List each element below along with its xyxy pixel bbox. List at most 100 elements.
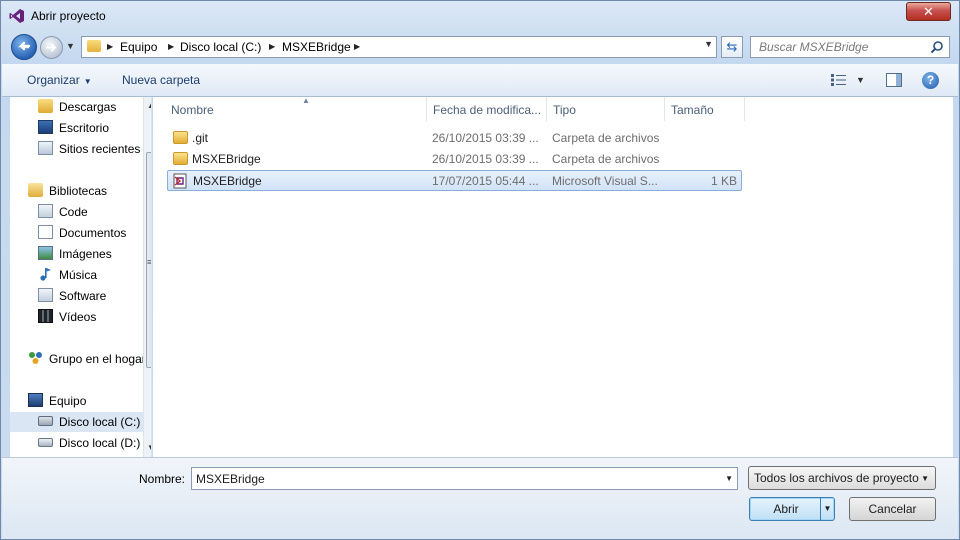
scroll-down-icon[interactable]: ▼: [147, 443, 151, 452]
libraries-icon: [28, 183, 43, 197]
window-title: Abrir proyecto: [31, 9, 106, 23]
chevron-down-icon[interactable]: ▼: [704, 39, 713, 49]
title-bar: Abrir proyecto ✕: [1, 1, 959, 31]
desktop-icon: [38, 120, 53, 134]
file-row[interactable]: MSXEBridge 26/10/2015 03:39 ... Carpeta …: [167, 149, 742, 170]
file-name-field[interactable]: MSXEBridge ▼: [191, 467, 738, 490]
drive-icon: [38, 438, 53, 447]
sidebar-item-label: Equipo: [49, 394, 87, 408]
file-type: Carpeta de archivos: [552, 131, 660, 145]
forward-button[interactable]: [40, 36, 63, 59]
organize-label: Organizar: [27, 73, 80, 87]
file-type: Carpeta de archivos: [552, 152, 660, 166]
computer-icon: [28, 393, 43, 407]
recent-places-icon: [38, 141, 53, 155]
open-button-label: Abrir: [773, 502, 799, 516]
open-options-dropdown[interactable]: ▼: [820, 498, 834, 520]
sidebar-item-pictures[interactable]: Imágenes: [38, 244, 143, 264]
pictures-icon: [38, 246, 53, 260]
grip-icon: ≡: [147, 257, 152, 267]
sidebar-item-desktop[interactable]: Escritorio: [38, 118, 143, 138]
sidebar-item-label: Bibliotecas: [49, 184, 108, 198]
music-icon: [40, 268, 51, 281]
file-name: .git: [192, 131, 209, 145]
sidebar-item-documents[interactable]: Documentos: [38, 223, 143, 243]
sidebar-item-music[interactable]: Música: [38, 265, 143, 285]
sidebar-item-code[interactable]: Code: [38, 202, 143, 222]
file-size: 1 KB: [710, 174, 737, 188]
view-options-icon[interactable]: [831, 74, 847, 86]
chevron-right-icon[interactable]: ▶: [107, 40, 113, 54]
sidebar-item-label: Code: [59, 205, 88, 219]
scroll-up-icon[interactable]: ▲: [147, 101, 151, 110]
column-header-date[interactable]: Fecha de modifica...: [427, 97, 547, 121]
open-button[interactable]: Abrir ▼: [749, 497, 835, 521]
sort-ascending-icon: ▲: [302, 96, 310, 105]
chevron-down-icon: ▼: [83, 77, 92, 86]
refresh-icon: ⇆: [726, 39, 738, 54]
sidebar-item-software[interactable]: Software: [38, 286, 143, 306]
file-type-filter-value: Todos los archivos de proyecto: [754, 471, 919, 485]
sidebar-item-label: Software: [59, 289, 107, 303]
column-header-type[interactable]: Tipo: [547, 97, 665, 121]
documents-icon: [38, 225, 53, 239]
chevron-down-icon[interactable]: ▼: [725, 474, 733, 483]
file-row[interactable]: .git 26/10/2015 03:39 ... Carpeta de arc…: [167, 128, 742, 149]
folder-icon: [173, 152, 188, 165]
command-bar: Organizar ▼ Nueva carpeta ▼ ?: [2, 64, 958, 97]
sidebar-item-libraries[interactable]: Bibliotecas: [28, 181, 143, 201]
arrow-right-icon: [46, 43, 57, 52]
sidebar-item-label: Disco local (C:): [59, 415, 141, 429]
organize-button[interactable]: Organizar ▼: [27, 73, 92, 87]
sidebar-scrollbar[interactable]: ▲ ≡ ▼: [143, 97, 152, 457]
search-icon[interactable]: [930, 40, 944, 54]
address-bar[interactable]: ▶ Equipo ▶ Disco local (C:) ▶ MSXEBridge…: [81, 36, 717, 58]
back-button[interactable]: [11, 34, 37, 60]
file-row-selected[interactable]: MSXEBridge 17/07/2015 05:44 ... Microsof…: [167, 170, 742, 191]
navigation-pane: Descargas Escritorio Sitios recientes Bi…: [10, 97, 152, 457]
search-input[interactable]: Buscar MSXEBridge: [750, 36, 950, 58]
preview-pane-icon[interactable]: [886, 73, 902, 87]
sidebar-item-drive-c[interactable]: Disco local (C:): [10, 412, 143, 432]
breadcrumb-drive-c[interactable]: Disco local (C:): [180, 40, 261, 54]
sidebar-item-label: Disco local (D:): [59, 436, 141, 450]
sidebar-item-label: Sitios recientes: [59, 142, 141, 156]
chevron-down-icon[interactable]: ▼: [856, 75, 865, 85]
sidebar-item-recent-places[interactable]: Sitios recientes: [38, 139, 143, 159]
new-folder-button[interactable]: Nueva carpeta: [122, 73, 200, 87]
breadcrumb-computer[interactable]: Equipo: [120, 40, 157, 54]
cancel-button[interactable]: Cancelar: [849, 497, 936, 521]
library-folder-icon: [38, 204, 53, 218]
sidebar-item-homegroup[interactable]: Grupo en el hogar: [28, 349, 146, 369]
column-header-name[interactable]: ▲ Nombre: [165, 96, 427, 121]
file-list: ▲ Nombre Fecha de modifica... Tipo Tamañ…: [153, 96, 953, 457]
vs-solution-icon: [173, 173, 187, 189]
visual-studio-icon: [9, 9, 24, 23]
refresh-button[interactable]: ⇆: [721, 36, 743, 58]
sidebar-item-label: Escritorio: [59, 121, 110, 135]
sidebar-item-computer[interactable]: Equipo: [28, 391, 143, 411]
chevron-right-icon[interactable]: ▶: [269, 40, 275, 54]
sidebar-item-downloads[interactable]: Descargas: [38, 97, 143, 117]
file-date: 26/10/2015 03:39 ...: [432, 152, 539, 166]
file-date: 26/10/2015 03:39 ...: [432, 131, 539, 145]
sidebar-item-label: Descargas: [59, 100, 117, 114]
file-type: Microsoft Visual S...: [552, 174, 658, 188]
sidebar-item-label: Grupo en el hogar: [49, 352, 146, 366]
file-type-filter-select[interactable]: Todos los archivos de proyecto ▼: [748, 466, 936, 490]
dialog-footer: Nombre: MSXEBridge ▼ Todos los archivos …: [2, 457, 958, 539]
sidebar-item-label: Imágenes: [59, 247, 112, 261]
close-button[interactable]: ✕: [906, 2, 951, 21]
folder-icon: [173, 131, 188, 144]
column-header-size[interactable]: Tamaño: [665, 97, 745, 121]
sidebar-item-drive-d[interactable]: Disco local (D:): [38, 433, 143, 453]
downloads-icon: [38, 99, 53, 113]
file-name-label: Nombre:: [139, 472, 186, 486]
chevron-right-icon[interactable]: ▶: [354, 40, 360, 54]
homegroup-icon: [29, 352, 42, 364]
chevron-right-icon[interactable]: ▶: [168, 40, 174, 54]
recent-locations-dropdown[interactable]: ▼: [66, 41, 75, 51]
breadcrumb-msxebridge[interactable]: MSXEBridge: [282, 40, 351, 54]
sidebar-item-videos[interactable]: Vídeos: [38, 307, 143, 327]
help-icon[interactable]: ?: [922, 72, 939, 89]
